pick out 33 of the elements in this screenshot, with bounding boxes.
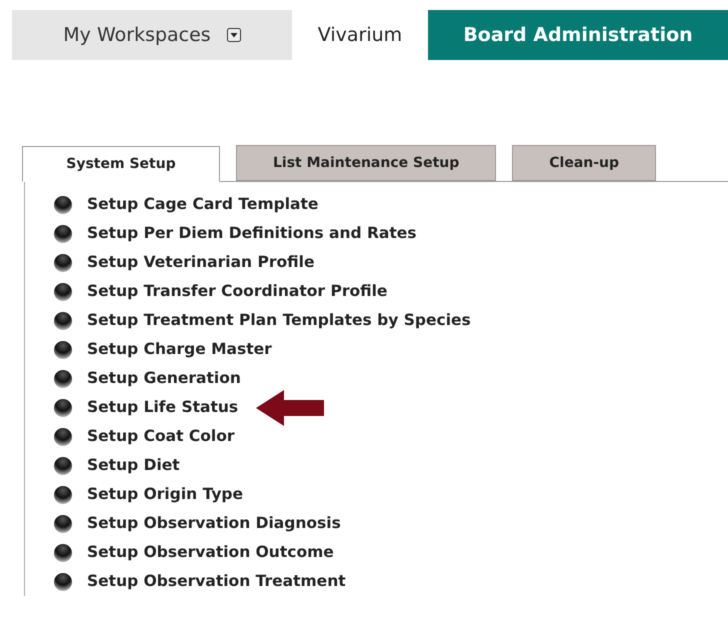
bullet-icon — [53, 456, 73, 476]
setup-link[interactable]: Setup Life Status — [87, 396, 238, 420]
bullet-icon — [53, 484, 73, 504]
setup-link[interactable]: Setup Observation Treatment — [87, 570, 346, 594]
bullet-icon — [53, 542, 73, 562]
setup-link[interactable]: Setup Veterinarian Profile — [87, 250, 314, 274]
setup-link[interactable]: Setup Transfer Coordinator Profile — [87, 280, 388, 304]
bullet-icon — [53, 224, 73, 244]
setup-link[interactable]: Setup Coat Color — [87, 424, 235, 448]
setup-link[interactable]: Setup Charge Master — [87, 338, 272, 362]
bullet-icon — [53, 340, 73, 360]
setup-link[interactable]: Setup Treatment Plan Templates by Species — [87, 308, 471, 332]
bullet-icon — [53, 194, 73, 214]
setup-link[interactable]: Setup Cage Card Template — [87, 192, 318, 216]
nav-tab[interactable]: Board Administration — [428, 10, 728, 60]
tab[interactable]: Clean-up — [512, 145, 656, 181]
workspaces-dropdown[interactable]: My Workspaces — [12, 10, 292, 60]
bullet-icon — [53, 514, 73, 534]
bullet-icon — [53, 310, 73, 330]
bullet-icon — [53, 426, 73, 446]
bullet-icon — [53, 252, 73, 272]
bullet-icon — [53, 572, 73, 592]
setup-link[interactable]: Setup Observation Outcome — [87, 540, 334, 564]
setup-link[interactable]: Setup Diet — [87, 454, 180, 478]
bullet-icon — [53, 368, 73, 388]
setup-link[interactable]: Setup Origin Type — [87, 482, 244, 506]
bullet-icon — [53, 398, 73, 418]
setup-link[interactable]: Setup Per Diem Definitions and Rates — [87, 222, 417, 246]
tab[interactable]: List Maintenance Setup — [236, 145, 496, 181]
setup-link[interactable]: Setup Observation Diagnosis — [87, 512, 341, 536]
setup-link[interactable]: Setup Generation — [87, 366, 241, 390]
tab[interactable]: System Setup — [22, 146, 220, 182]
bullet-icon — [53, 282, 73, 302]
